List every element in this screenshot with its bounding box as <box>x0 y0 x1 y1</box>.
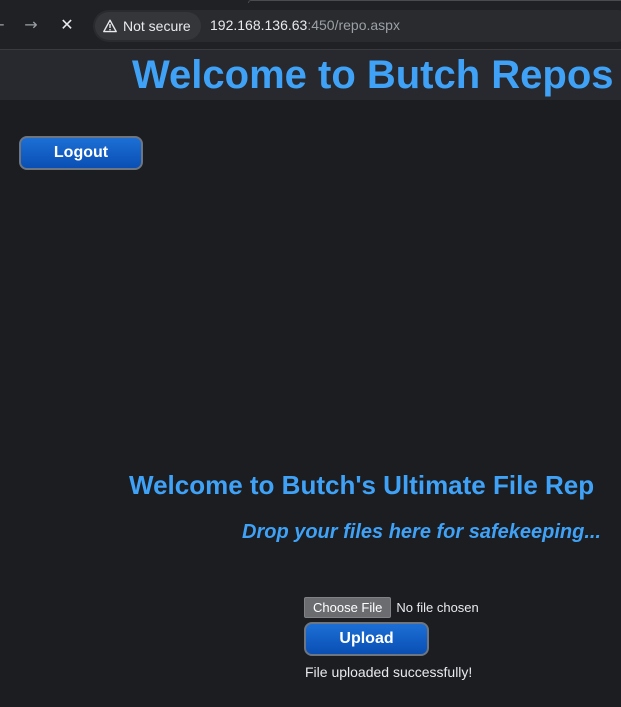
tagline: Drop your files here for safekeeping... <box>242 521 601 543</box>
logout-button[interactable]: Logout <box>19 136 143 170</box>
file-status-text: No file chosen <box>396 600 479 615</box>
upload-button[interactable]: Upload <box>304 622 429 656</box>
page-title: Welcome to Butch Repos <box>132 53 614 97</box>
security-label: Not secure <box>123 18 191 34</box>
tab-strip-edge <box>248 0 621 3</box>
url-host: 192.168.136.63 <box>210 17 308 33</box>
close-icon[interactable]: ✕ <box>57 14 77 36</box>
forward-arrow-icon[interactable]: → <box>21 14 41 36</box>
upload-status-message: File uploaded successfully! <box>305 664 473 680</box>
browser-toolbar: ← → ✕ Not secure 192.168.136.63:450/repo… <box>0 0 621 50</box>
warning-icon <box>103 19 117 33</box>
welcome-heading: Welcome to Butch's Ultimate File Rep <box>129 470 595 500</box>
url-path: :450/repo.aspx <box>307 17 400 33</box>
file-input[interactable]: Choose File No file chosen <box>304 597 479 618</box>
url-text[interactable]: 192.168.136.63:450/repo.aspx <box>210 17 400 33</box>
security-indicator[interactable]: Not secure <box>95 12 201 40</box>
choose-file-button[interactable]: Choose File <box>304 597 392 618</box>
back-arrow-icon[interactable]: ← <box>0 14 8 36</box>
page-header: Welcome to Butch Repos <box>0 50 621 100</box>
